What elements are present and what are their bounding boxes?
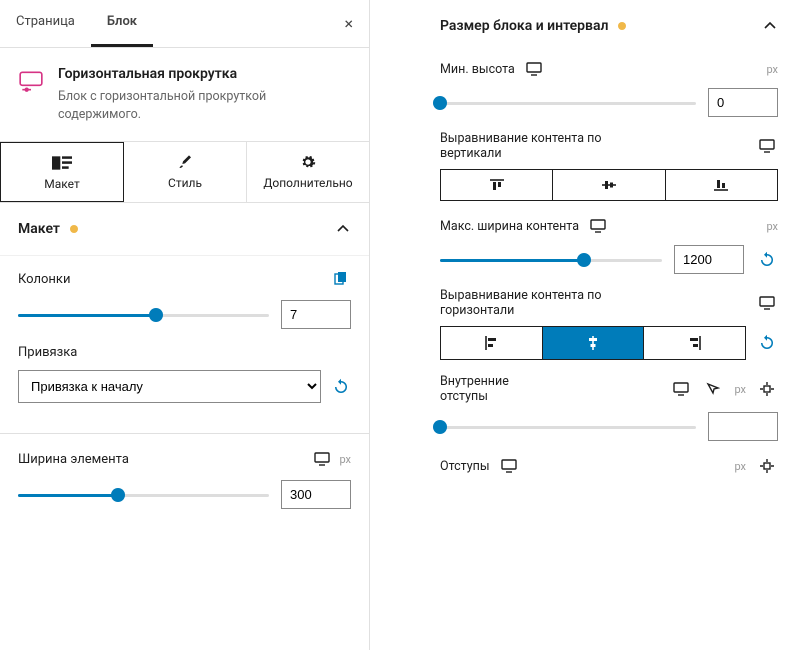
min-height-slider[interactable] bbox=[440, 93, 696, 113]
sidebar-left: Страница Блок × Горизонтальная прокрутка… bbox=[0, 0, 370, 650]
mode-tab-layout[interactable]: Макет bbox=[0, 142, 124, 202]
modified-dot-icon bbox=[70, 225, 78, 233]
unit-px[interactable]: px bbox=[339, 453, 351, 466]
brush-icon bbox=[175, 154, 195, 170]
chevron-up-icon bbox=[335, 221, 351, 237]
unit-px[interactable]: px bbox=[734, 460, 746, 473]
min-height-input[interactable] bbox=[708, 88, 778, 117]
copy-icon[interactable] bbox=[329, 268, 351, 290]
padding-slider[interactable] bbox=[440, 417, 696, 437]
gear-icon bbox=[298, 154, 318, 170]
item-width-field: Ширина элемента px bbox=[0, 448, 369, 525]
min-height-label: Мин. высота bbox=[440, 62, 515, 77]
divider bbox=[0, 433, 369, 434]
section-size-title: Размер блока и интервал bbox=[440, 18, 608, 34]
reset-icon[interactable] bbox=[331, 376, 351, 398]
margin-label: Отступы bbox=[440, 459, 490, 474]
block-description: Блок с горизонтальной прокруткой содержи… bbox=[58, 88, 351, 123]
max-width-input[interactable] bbox=[674, 245, 744, 274]
align-right-button[interactable] bbox=[644, 327, 745, 359]
sidebar-right: Размер блока и интервал Мин. высота px В… bbox=[430, 0, 800, 650]
halign-button-group bbox=[440, 326, 746, 360]
binding-select[interactable]: Привязка к началу bbox=[18, 370, 321, 403]
sidebar-tabs: Страница Блок × bbox=[0, 0, 369, 48]
align-center-button[interactable] bbox=[543, 327, 645, 359]
unit-px[interactable]: px bbox=[766, 220, 778, 233]
mode-tab-advanced-label: Дополнительно bbox=[263, 176, 352, 190]
desktop-icon[interactable] bbox=[311, 448, 333, 470]
unlink-sides-icon[interactable] bbox=[756, 378, 778, 400]
item-width-label: Ширина элемента bbox=[18, 452, 311, 467]
section-layout-title: Макет bbox=[18, 221, 60, 237]
max-width-slider[interactable] bbox=[440, 250, 662, 270]
section-size-body: Мин. высота px Выравнивание контента по … bbox=[430, 48, 800, 477]
mode-tab-advanced[interactable]: Дополнительно bbox=[247, 142, 369, 202]
valign-button-group bbox=[440, 169, 778, 201]
block-header-text: Горизонтальная прокрутка Блок с горизонт… bbox=[58, 66, 351, 123]
horizontal-scroll-icon bbox=[18, 68, 44, 94]
cursor-icon[interactable] bbox=[702, 378, 724, 400]
columns-label: Колонки bbox=[18, 272, 329, 287]
modified-dot-icon bbox=[618, 22, 626, 30]
layout-icon bbox=[52, 155, 72, 171]
align-middle-button[interactable] bbox=[553, 170, 665, 200]
section-size-header[interactable]: Размер блока и интервал bbox=[430, 12, 800, 48]
columns-slider[interactable] bbox=[18, 305, 269, 325]
align-left-button[interactable] bbox=[441, 327, 543, 359]
section-layout-header[interactable]: Макет bbox=[0, 203, 369, 256]
align-bottom-button[interactable] bbox=[666, 170, 777, 200]
desktop-icon[interactable] bbox=[523, 58, 545, 80]
desktop-icon[interactable] bbox=[756, 292, 778, 314]
columns-field: Колонки bbox=[0, 256, 369, 345]
desktop-icon[interactable] bbox=[756, 135, 778, 157]
item-width-slider[interactable] bbox=[18, 485, 269, 505]
mode-tab-style[interactable]: Стиль bbox=[124, 142, 247, 202]
columns-input[interactable] bbox=[281, 300, 351, 329]
halign-label: Выравнивание контента по горизонтали bbox=[440, 288, 640, 318]
binding-label: Привязка bbox=[18, 345, 351, 360]
mode-tabs: Макет Стиль Дополнительно bbox=[0, 142, 369, 203]
desktop-icon[interactable] bbox=[498, 455, 520, 477]
padding-label: Внутренние отступы bbox=[440, 374, 550, 404]
close-icon[interactable]: × bbox=[328, 0, 369, 47]
binding-field: Привязка Привязка к началу bbox=[0, 345, 369, 419]
chevron-up-icon bbox=[762, 18, 778, 34]
block-header: Горизонтальная прокрутка Блок с горизонт… bbox=[0, 48, 369, 142]
mode-tab-style-label: Стиль bbox=[168, 176, 202, 190]
align-top-button[interactable] bbox=[441, 170, 553, 200]
valign-label: Выравнивание контента по вертикали bbox=[440, 131, 640, 161]
mode-tab-layout-label: Макет bbox=[44, 177, 79, 191]
desktop-icon[interactable] bbox=[670, 378, 692, 400]
max-width-label: Макс. ширина контента bbox=[440, 219, 579, 234]
reset-icon[interactable] bbox=[756, 332, 778, 354]
unit-px[interactable]: px bbox=[766, 63, 778, 76]
reset-icon[interactable] bbox=[756, 249, 778, 271]
padding-input[interactable] bbox=[708, 412, 778, 441]
unlink-sides-icon[interactable] bbox=[756, 455, 778, 477]
tab-page[interactable]: Страница bbox=[0, 0, 91, 47]
desktop-icon[interactable] bbox=[587, 215, 609, 237]
unit-px[interactable]: px bbox=[734, 383, 746, 396]
block-title: Горизонтальная прокрутка bbox=[58, 66, 351, 82]
item-width-input[interactable] bbox=[281, 480, 351, 509]
tab-block[interactable]: Блок bbox=[91, 0, 153, 47]
